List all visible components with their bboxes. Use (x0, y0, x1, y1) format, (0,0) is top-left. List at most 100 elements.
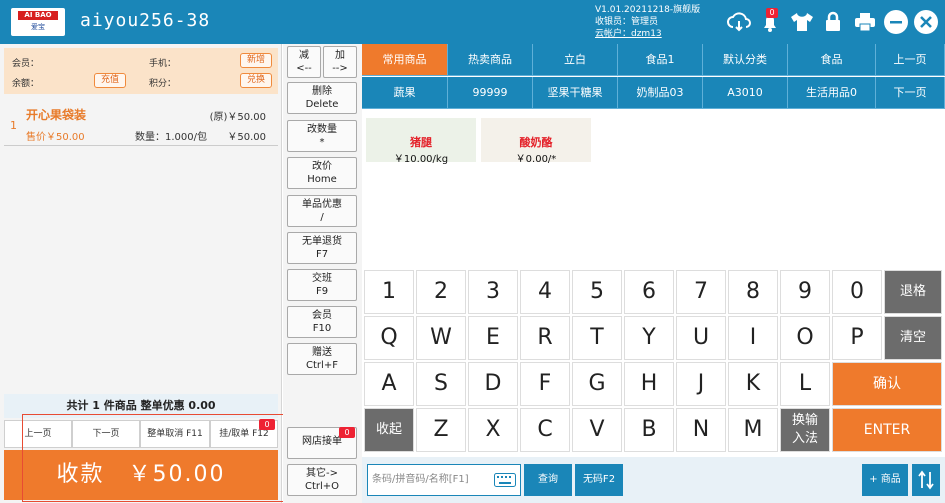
exchange-points-button[interactable]: 兑换 (240, 73, 272, 88)
recharge-button[interactable]: 充值 (94, 73, 126, 88)
category-hot[interactable]: 热卖商品 (448, 44, 533, 76)
category-default[interactable]: 默认分类 (703, 44, 788, 76)
change-price-button[interactable]: 改价 Home (287, 157, 357, 189)
key-s[interactable]: S (416, 362, 466, 406)
printer-icon[interactable] (852, 9, 878, 35)
key-4[interactable]: 4 (520, 270, 570, 314)
handover-button[interactable]: 交班 F9 (287, 269, 357, 301)
online-orders-button[interactable]: 网店接单 0 (287, 427, 357, 459)
key-t[interactable]: T (572, 316, 622, 360)
key-6[interactable]: 6 (624, 270, 674, 314)
category-food1[interactable]: 食品1 (618, 44, 703, 76)
key-d[interactable]: D (468, 362, 518, 406)
clear-key[interactable]: 清空 (884, 316, 942, 360)
key-g[interactable]: G (572, 362, 622, 406)
key-w[interactable]: W (416, 316, 466, 360)
key-r[interactable]: R (520, 316, 570, 360)
change-quantity-button[interactable]: 改数量 * (287, 120, 357, 152)
no-barcode-button[interactable]: 无码F2 (575, 464, 623, 496)
handover-label: 交班 (312, 273, 332, 284)
key-u[interactable]: U (676, 316, 726, 360)
key-p[interactable]: P (832, 316, 882, 360)
gift-button[interactable]: 赠送 Ctrl+F (287, 343, 357, 375)
key-1[interactable]: 1 (364, 270, 414, 314)
increase-label: 加 (335, 50, 345, 61)
key-l[interactable]: L (780, 362, 830, 406)
key-8[interactable]: 8 (728, 270, 778, 314)
product-tile[interactable]: 酸奶酪 ￥0.00/* (481, 118, 591, 165)
key-f[interactable]: F (520, 362, 570, 406)
add-product-button[interactable]: + 商品 (862, 464, 908, 496)
return-key: F7 (315, 249, 329, 260)
key-5[interactable]: 5 (572, 270, 622, 314)
cloud-download-icon[interactable] (726, 9, 752, 35)
category-vegetables[interactable]: 蔬果 (362, 77, 448, 109)
key-n[interactable]: N (676, 408, 726, 452)
key-j[interactable]: J (676, 362, 726, 406)
key-c[interactable]: C (520, 408, 570, 452)
decrease-label: 减 (299, 50, 309, 61)
category-libai[interactable]: 立白 (533, 44, 618, 76)
category-daily-goods[interactable]: 生活用品0 (788, 77, 876, 109)
key-q[interactable]: Q (364, 316, 414, 360)
key-k[interactable]: K (728, 362, 778, 406)
backspace-key[interactable]: 退格 (884, 270, 942, 314)
key-0[interactable]: 0 (832, 270, 882, 314)
category-next-page[interactable]: 下一页 (876, 77, 945, 109)
key-o[interactable]: O (780, 316, 830, 360)
key-y[interactable]: Y (624, 316, 674, 360)
minimize-icon[interactable] (883, 9, 909, 35)
search-bar: 条码/拼音码/名称[F1] 查询 无码F2 + 商品 (362, 457, 945, 503)
category-a3010[interactable]: A3010 (703, 77, 788, 109)
delete-button[interactable]: 删除 Delete (287, 82, 357, 114)
add-member-button[interactable]: 新增 (240, 53, 272, 68)
cloud-account-link[interactable]: 云帐户：dzm13 (595, 28, 700, 40)
sort-toggle-button[interactable] (912, 464, 940, 496)
key-i[interactable]: I (728, 316, 778, 360)
keyboard-icon[interactable] (494, 473, 516, 487)
member-info: 会员： 手机： 余额： 积分： 新增 充值 兑换 (4, 48, 278, 94)
confirm-key[interactable]: 确认 (832, 362, 942, 406)
category-prev-page[interactable]: 上一页 (876, 44, 945, 76)
key-7[interactable]: 7 (676, 270, 726, 314)
query-button[interactable]: 查询 (524, 464, 572, 496)
key-a[interactable]: A (364, 362, 414, 406)
function-panel: 减 <-- 加 --> 删除 Delete 改数量 * 改价 Home 单品优惠… (283, 44, 362, 503)
item-discount-button[interactable]: 单品优惠 / (287, 195, 357, 227)
shirt-icon[interactable] (789, 9, 815, 35)
category-food[interactable]: 食品 (788, 44, 876, 76)
key-x[interactable]: X (468, 408, 518, 452)
key-m[interactable]: M (728, 408, 778, 452)
other-functions-button[interactable]: 其它-> Ctrl+O (287, 464, 357, 496)
key-9[interactable]: 9 (780, 270, 830, 314)
switch-input-method-key[interactable]: 换输 入法 (780, 408, 830, 452)
increase-button[interactable]: 加 --> (323, 46, 357, 78)
return-without-receipt-button[interactable]: 无单退货 F7 (287, 232, 357, 264)
key-v[interactable]: V (572, 408, 622, 452)
key-h[interactable]: H (624, 362, 674, 406)
search-input[interactable]: 条码/拼音码/名称[F1] (367, 464, 521, 496)
return-label: 无单退货 (302, 236, 342, 247)
key-2[interactable]: 2 (416, 270, 466, 314)
category-nuts-candy[interactable]: 坚果干糖果 (533, 77, 618, 109)
cart-item[interactable]: 1 开心果袋装 (原)￥50.00 售价￥50.00 数量：1.000/包 ￥5… (4, 100, 278, 146)
category-dairy[interactable]: 奶制品03 (618, 77, 703, 109)
key-e[interactable]: E (468, 316, 518, 360)
member-button[interactable]: 会员 F10 (287, 306, 357, 338)
change-price-label: 改价 (312, 161, 332, 172)
key-z[interactable]: Z (416, 408, 466, 452)
key-3[interactable]: 3 (468, 270, 518, 314)
change-quantity-key: * (319, 137, 325, 148)
category-99999[interactable]: 99999 (448, 77, 533, 109)
decrease-button[interactable]: 减 <-- (287, 46, 321, 78)
category-frequent[interactable]: 常用商品 (362, 44, 448, 76)
member-button-label: 会员 (312, 310, 332, 321)
product-tile[interactable]: 猪腿 ￥10.00/kg (366, 118, 476, 165)
enter-key[interactable]: ENTER (832, 408, 942, 452)
member-button-key: F10 (312, 323, 332, 334)
cart-item-quantity: 数量：1.000/包 (135, 132, 207, 143)
close-icon[interactable] (913, 9, 939, 35)
key-b[interactable]: B (624, 408, 674, 452)
collapse-keyboard-key[interactable]: 收起 (364, 408, 414, 452)
lock-icon[interactable] (820, 9, 846, 35)
